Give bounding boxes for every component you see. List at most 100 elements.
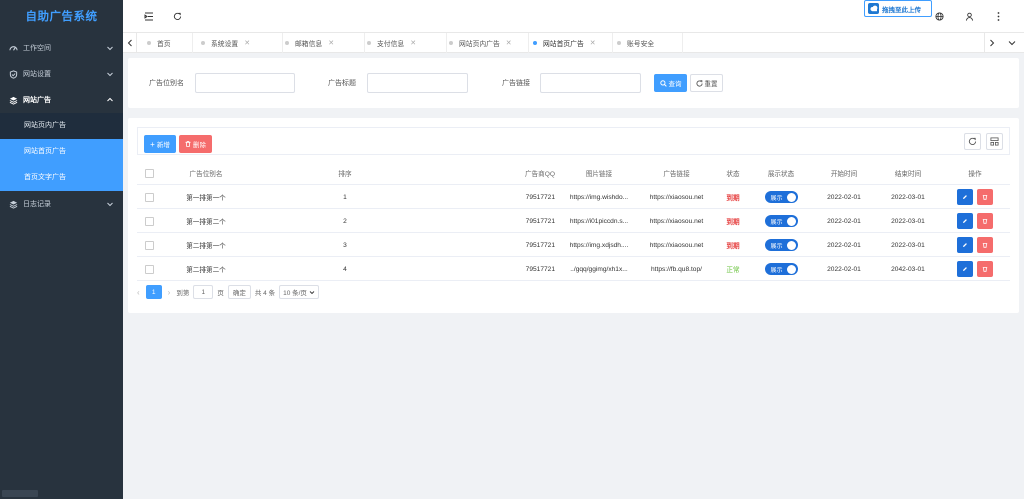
edit-icon[interactable] [957, 261, 973, 277]
row-checkbox[interactable] [137, 209, 161, 233]
row-checkbox[interactable] [137, 233, 161, 257]
close-icon[interactable]: ✕ [506, 39, 512, 47]
cell-start-date: 2022-02-01 [827, 193, 861, 201]
sidebar-subitem-home-ads[interactable]: 网站首页广告 [0, 139, 123, 165]
add-button[interactable]: + 新增 [144, 135, 176, 153]
close-icon[interactable]: ✕ [244, 39, 250, 47]
tab-dot [533, 41, 537, 45]
refresh-icon [695, 79, 703, 87]
tab-payment-info[interactable]: 支付信息 ✕ [367, 33, 447, 53]
tab-home-ads[interactable]: 网站首页广告 ✕ [533, 33, 613, 53]
table-row: 第一排第一个 1 79517721 https://img.wishdo... … [137, 185, 1010, 209]
close-icon[interactable]: ✕ [590, 39, 596, 47]
toggle-label: 展示 [770, 243, 783, 250]
upload-button[interactable]: 拖拽至此上传 [864, 0, 932, 17]
menu-fold-icon[interactable] [141, 8, 157, 24]
trash-icon[interactable] [977, 261, 993, 277]
col-header: 广告位别名 [189, 171, 223, 178]
sidebar-item-site-ads[interactable]: 网站广告 [0, 87, 123, 113]
sidebar-item-workspace[interactable]: 工作空间 [0, 35, 123, 61]
cell-alias: 第一排第一个 [186, 195, 226, 202]
tab-label: 系统设置 [211, 41, 239, 48]
tab-dot [367, 41, 371, 45]
user-icon[interactable] [961, 8, 977, 24]
trash-icon [185, 141, 191, 147]
select-all-checkbox[interactable] [137, 161, 161, 185]
ad-alias-input[interactable] [195, 73, 295, 93]
ad-table-panel: + 新增 删除 广告位别名 排序 广告商QQ 图片链接 广告链接 状态 展示状态… [128, 118, 1019, 313]
tab-dot [449, 41, 453, 45]
upload-label: 拖拽至此上传 [882, 6, 921, 14]
tab-system-settings[interactable]: 系统设置 ✕ [201, 33, 283, 53]
ad-title-input[interactable] [367, 73, 468, 93]
tab-dropdown-icon[interactable] [1005, 33, 1019, 53]
col-header: 广告链接 [663, 171, 690, 178]
ad-table: 广告位别名 排序 广告商QQ 图片链接 广告链接 状态 展示状态 开始时间 结束… [137, 161, 1010, 281]
tab-account-security[interactable]: 账号安全 [617, 33, 683, 53]
search-button[interactable]: 查询 [654, 74, 687, 92]
tab-dot [285, 41, 289, 45]
search-button-label: 查询 [668, 81, 682, 88]
close-icon[interactable]: ✕ [410, 39, 416, 47]
reset-button[interactable]: 重置 [690, 74, 723, 92]
toggle-label: 展示 [770, 267, 783, 274]
page-size-select[interactable]: 10 条/页 [279, 285, 319, 299]
show-toggle[interactable]: 展示 [750, 257, 812, 281]
cell-actions [940, 233, 1010, 257]
col-header: 状态 [726, 171, 740, 178]
tab-label: 网站页内广告 [459, 41, 500, 48]
goto-confirm-button[interactable]: 确定 [227, 285, 251, 299]
goto-page-input[interactable]: 1 [193, 285, 214, 299]
more-vertical-icon[interactable] [990, 8, 1006, 24]
column-settings-icon[interactable] [986, 133, 1003, 150]
edit-icon[interactable] [957, 237, 973, 253]
col-header: 排序 [338, 171, 352, 178]
cell-image-link: https://img.wishdo... [569, 193, 629, 201]
status-badge: 到期 [726, 219, 740, 226]
edit-icon[interactable] [957, 213, 973, 229]
sidebar-item-site-settings[interactable]: 网站设置 [0, 61, 123, 87]
cell-alias: 第二排第一个 [186, 243, 226, 250]
sidebar-subitem-inpage-ads[interactable]: 网站页内广告 [0, 113, 123, 139]
tab-home[interactable]: 首页 [147, 33, 193, 53]
col-header: 展示状态 [767, 171, 795, 178]
total-count: 共 4 条 [254, 290, 276, 297]
tab-inpage-ads[interactable]: 网站页内广告 ✕ [449, 33, 529, 53]
chevron-down-icon [309, 290, 315, 294]
refresh-icon[interactable] [169, 8, 185, 24]
trash-icon[interactable] [977, 237, 993, 253]
globe-icon[interactable] [931, 8, 947, 24]
ad-title-label: 广告标题 [328, 80, 356, 87]
prev-page-icon[interactable]: ‹ [137, 288, 140, 297]
cell-actions [940, 257, 1010, 281]
ad-link-input[interactable] [540, 73, 641, 93]
page-size-value: 10 条/页 [283, 290, 307, 297]
tab-scroll-left-icon[interactable] [123, 33, 137, 53]
table-refresh-icon[interactable] [964, 133, 981, 150]
row-checkbox[interactable] [137, 185, 161, 209]
top-header: 拖拽至此上传 [123, 0, 1024, 32]
col-header: 图片链接 [585, 171, 613, 178]
cell-end-date: 2022-03-01 [891, 217, 925, 225]
edit-icon[interactable] [957, 189, 973, 205]
trash-icon[interactable] [977, 213, 993, 229]
dashboard-icon [9, 44, 18, 53]
close-icon[interactable]: ✕ [328, 39, 334, 47]
sidebar-item-logs[interactable]: 日志记录 [0, 191, 123, 217]
show-toggle[interactable]: 展示 [750, 233, 812, 257]
page-current[interactable]: 1 [145, 285, 162, 299]
cell-ad-link: https://xiaosou.net [649, 217, 704, 225]
plus-icon: + [150, 139, 155, 149]
show-toggle[interactable]: 展示 [750, 185, 812, 209]
show-toggle[interactable]: 展示 [750, 209, 812, 233]
status-tip [2, 490, 38, 497]
next-page-icon[interactable]: › [168, 288, 171, 297]
delete-button[interactable]: 删除 [179, 135, 212, 153]
sidebar-subitem-home-text-ads[interactable]: 首页文字广告 [0, 165, 123, 191]
tab-scroll-right-icon[interactable] [984, 33, 998, 53]
trash-icon[interactable] [977, 189, 993, 205]
row-checkbox[interactable] [137, 257, 161, 281]
page-unit-label: 页 [217, 290, 224, 297]
layers-icon [9, 200, 18, 209]
tab-email-info[interactable]: 邮箱信息 ✕ [285, 33, 365, 53]
